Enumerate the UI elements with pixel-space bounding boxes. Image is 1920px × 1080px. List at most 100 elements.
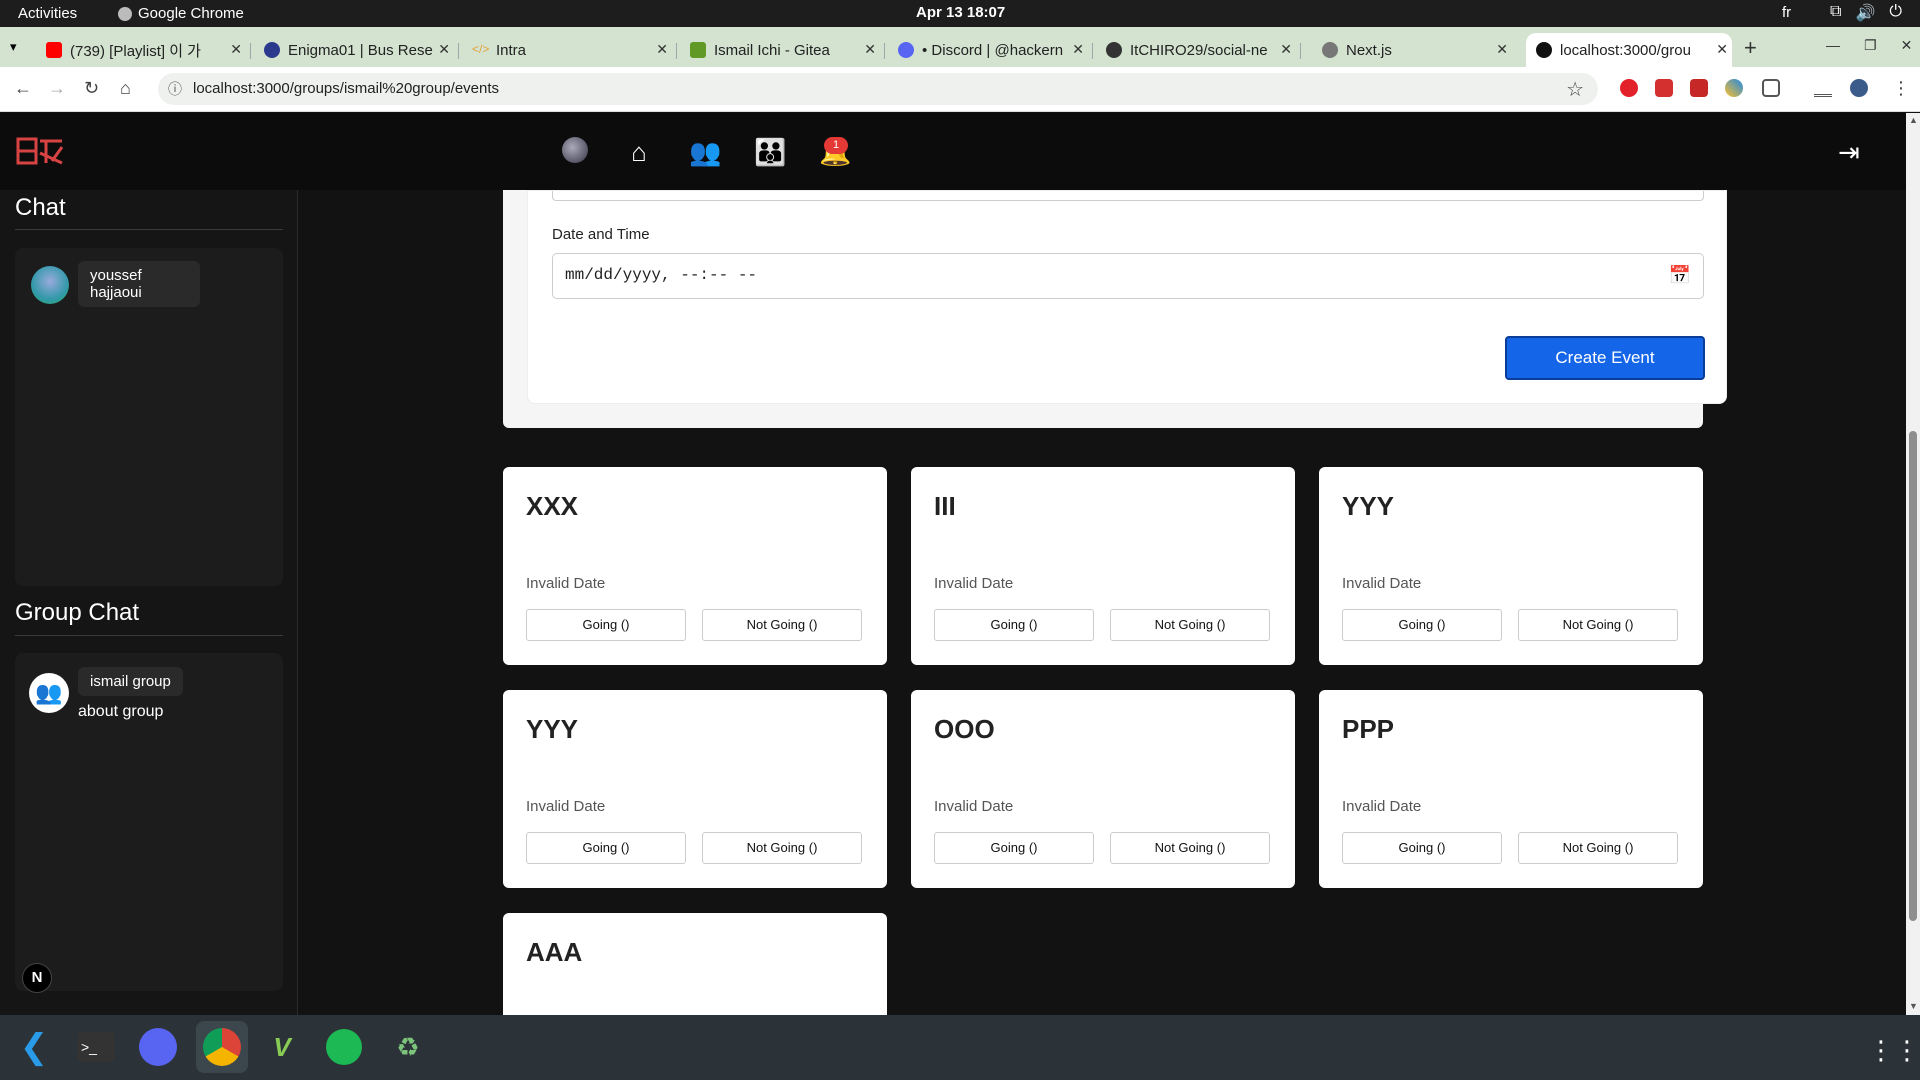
sidebar: Chat youssef hajjaoui Group Chat 👥 ismai… bbox=[0, 190, 298, 1015]
tab[interactable]: • Discord | @hackern ✕ bbox=[888, 33, 1088, 67]
tab[interactable]: (739) [Playlist] 이 가 ✕ bbox=[36, 33, 246, 67]
close-icon[interactable]: ✕ bbox=[438, 41, 450, 58]
friends-icon[interactable]: 👥 bbox=[689, 137, 721, 167]
show-apps-grid-icon[interactable]: ⋮⋮⋮ bbox=[1868, 1035, 1920, 1066]
group-chat-list: 👥 ismail group about group bbox=[15, 653, 283, 991]
vscode-icon[interactable]: ❮ bbox=[12, 1025, 56, 1069]
tab[interactable]: Ismail Ichi - Gitea ✕ bbox=[680, 33, 880, 67]
user-avatar[interactable] bbox=[31, 266, 69, 304]
tab-title: Enigma01 | Bus Rese bbox=[288, 41, 433, 59]
groups-icon[interactable]: 👪 bbox=[754, 137, 786, 167]
url-text[interactable]: localhost:3000/groups/ismail%20group/eve… bbox=[193, 80, 499, 97]
close-icon[interactable]: ✕ bbox=[864, 41, 876, 58]
tab-search-chevron-icon[interactable]: ▾ bbox=[10, 39, 17, 55]
bookmark-star-icon[interactable]: ☆ bbox=[1566, 77, 1584, 102]
page-scrollbar[interactable]: ▲ ▼ bbox=[1906, 113, 1920, 1015]
going-button[interactable]: Going () bbox=[1342, 609, 1502, 641]
event-date: Invalid Date bbox=[934, 575, 1014, 592]
opera-extension-icon[interactable] bbox=[1620, 79, 1638, 97]
home-icon[interactable]: ⌂ bbox=[624, 137, 654, 167]
close-icon[interactable]: ✕ bbox=[656, 41, 668, 58]
calendar-icon[interactable]: 📅 bbox=[1669, 265, 1691, 287]
gitea-icon bbox=[690, 42, 706, 58]
extension-icon[interactable] bbox=[1655, 79, 1673, 97]
nextjs-icon bbox=[1536, 42, 1552, 58]
tab[interactable]: ItCHIRO29/social-ne ✕ bbox=[1096, 33, 1296, 67]
trash-icon[interactable]: ♻ bbox=[386, 1025, 430, 1069]
new-tab-plus-icon[interactable]: + bbox=[1744, 35, 1757, 61]
not-going-button[interactable]: Not Going () bbox=[1518, 832, 1678, 864]
tab-title: Intra bbox=[496, 41, 527, 59]
vim-icon[interactable]: V bbox=[260, 1025, 304, 1069]
going-button[interactable]: Going () bbox=[1342, 832, 1502, 864]
event-title: YYY bbox=[526, 714, 579, 744]
close-icon[interactable]: ✕ bbox=[1280, 41, 1292, 58]
event-card: PPP Invalid Date Going () Not Going () bbox=[1319, 690, 1703, 888]
menu-dots-icon[interactable]: ⋮ bbox=[1892, 78, 1910, 99]
close-icon[interactable]: ✕ bbox=[1716, 41, 1728, 58]
datetime-input[interactable]: mm/dd/yyyy, --:-- -- 📅 bbox=[552, 253, 1704, 299]
chat-user-name[interactable]: youssef hajjaoui bbox=[78, 261, 200, 307]
reading-list-icon[interactable] bbox=[1814, 79, 1832, 97]
network-icon: ⧉ bbox=[1830, 3, 1842, 20]
puzzle-extensions-icon[interactable] bbox=[1762, 79, 1780, 97]
scroll-down-icon[interactable]: ▼ bbox=[1909, 1001, 1918, 1011]
system-tray[interactable]: ⧉ 🔊 ⏻ bbox=[1830, 3, 1902, 23]
tab-title: (739) [Playlist] 이 가 bbox=[70, 42, 201, 60]
reload-icon[interactable]: ↻ bbox=[84, 78, 99, 99]
close-icon[interactable]: ✕ bbox=[1496, 41, 1508, 58]
chat-list: youssef hajjaoui bbox=[15, 248, 283, 586]
group-icon[interactable]: 👥 bbox=[29, 673, 69, 713]
going-button[interactable]: Going () bbox=[526, 609, 686, 641]
tab[interactable]: Next.js ✕ bbox=[1312, 33, 1512, 67]
tab-title: Next.js bbox=[1346, 41, 1392, 59]
tab[interactable]: Enigma01 | Bus Rese ✕ bbox=[254, 33, 454, 67]
system-top-bar: Activities Google Chrome Apr 13 18:07 fr… bbox=[0, 0, 1920, 27]
app-menu[interactable]: Google Chrome bbox=[118, 5, 244, 22]
nextjs-dev-indicator[interactable]: N bbox=[22, 963, 52, 993]
close-icon[interactable]: ✕ bbox=[230, 41, 242, 58]
home-icon[interactable]: ⌂ bbox=[120, 78, 131, 99]
not-going-button[interactable]: Not Going () bbox=[1518, 609, 1678, 641]
not-going-button[interactable]: Not Going () bbox=[702, 832, 862, 864]
forward-arrow-icon[interactable]: → bbox=[48, 78, 66, 99]
minimize-icon[interactable]: — bbox=[1826, 37, 1840, 54]
discord-icon[interactable] bbox=[136, 1025, 180, 1069]
tab[interactable]: </> Intra ✕ bbox=[462, 33, 672, 67]
event-card: AAA bbox=[503, 913, 887, 1015]
site-info-icon[interactable]: ⓘ bbox=[168, 79, 182, 99]
not-going-button[interactable]: Not Going () bbox=[702, 609, 862, 641]
spotify-icon[interactable] bbox=[322, 1025, 366, 1069]
going-button[interactable]: Going () bbox=[934, 609, 1094, 641]
terminal-icon[interactable]: >_ bbox=[74, 1025, 118, 1069]
back-arrow-icon[interactable]: ← bbox=[14, 78, 32, 99]
address-bar[interactable]: ⓘ localhost:3000/groups/ismail%20group/e… bbox=[158, 73, 1598, 105]
create-event-button[interactable]: Create Event bbox=[1505, 336, 1705, 380]
extension-icon[interactable] bbox=[1725, 79, 1743, 97]
close-icon[interactable]: ✕ bbox=[1072, 41, 1084, 58]
tab-active[interactable]: localhost:3000/grou ✕ bbox=[1526, 33, 1732, 67]
profile-avatar-icon[interactable] bbox=[560, 137, 590, 167]
chrome-icon[interactable] bbox=[196, 1021, 248, 1073]
restore-icon[interactable]: ❐ bbox=[1864, 37, 1877, 54]
keyboard-layout[interactable]: fr bbox=[1782, 4, 1791, 21]
event-title: YYY bbox=[1342, 491, 1395, 521]
activities-button[interactable]: Activities bbox=[18, 5, 77, 22]
scroll-up-icon[interactable]: ▲ bbox=[1909, 115, 1918, 125]
not-going-button[interactable]: Not Going () bbox=[1110, 609, 1270, 641]
clock[interactable]: Apr 13 18:07 bbox=[916, 4, 1005, 21]
extension-icon[interactable] bbox=[1690, 79, 1708, 97]
logout-icon[interactable]: ⇥ bbox=[1838, 137, 1860, 168]
going-button[interactable]: Going () bbox=[526, 832, 686, 864]
going-button[interactable]: Going () bbox=[934, 832, 1094, 864]
close-icon[interactable]: ✕ bbox=[1901, 37, 1913, 54]
site-logo-icon[interactable] bbox=[16, 135, 66, 167]
profile-avatar-icon[interactable] bbox=[1850, 79, 1868, 97]
group-name[interactable]: ismail group bbox=[78, 667, 183, 696]
event-title: XXX bbox=[526, 491, 579, 521]
volume-icon: 🔊 bbox=[1855, 5, 1876, 22]
scrollbar-thumb[interactable] bbox=[1909, 431, 1917, 921]
not-going-button[interactable]: Not Going () bbox=[1110, 832, 1270, 864]
description-textarea[interactable] bbox=[552, 191, 1704, 201]
globe-icon bbox=[1322, 42, 1338, 58]
